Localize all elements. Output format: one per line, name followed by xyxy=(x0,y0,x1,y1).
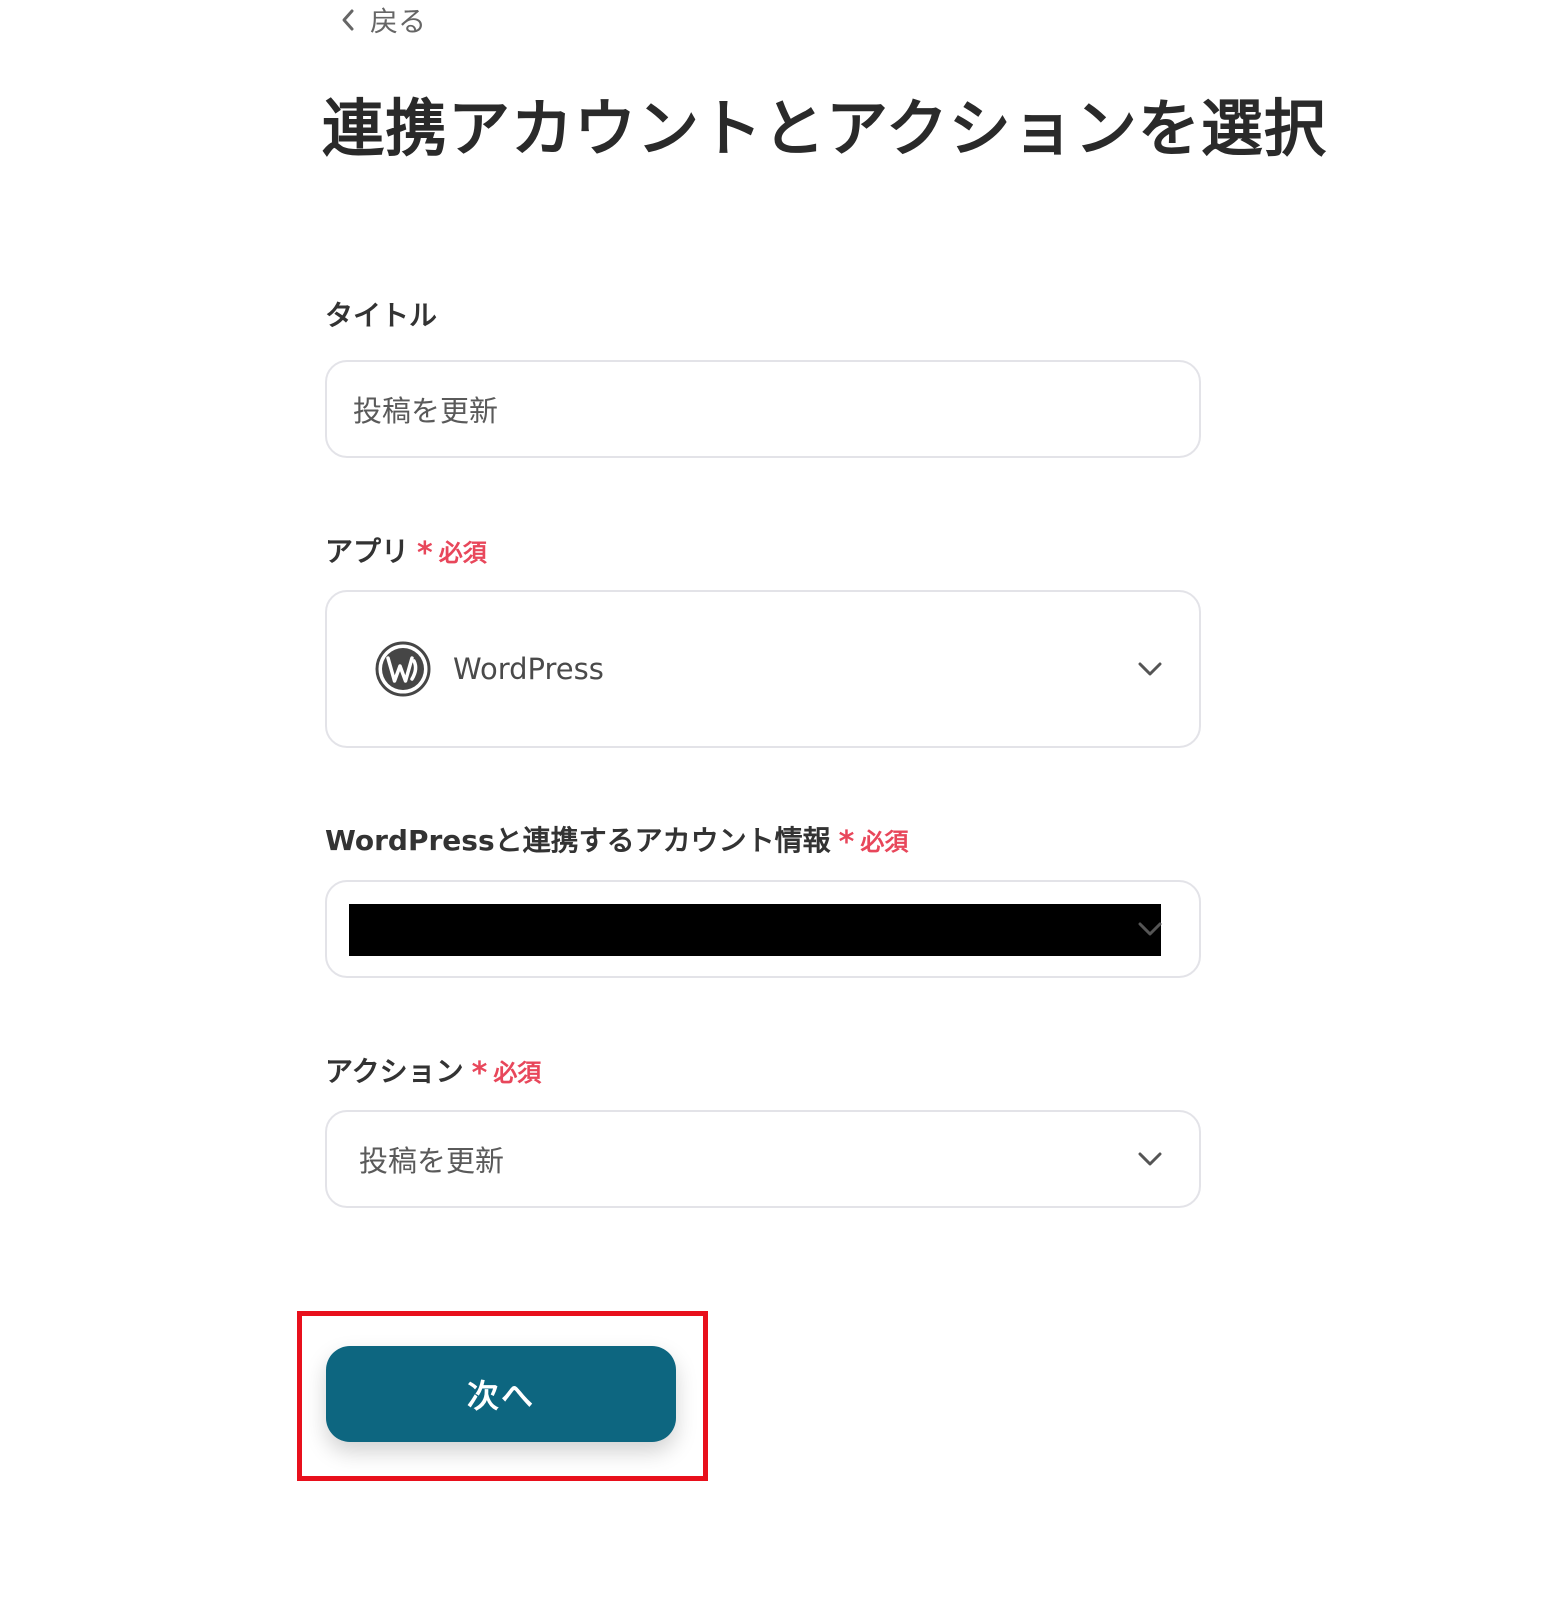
chevron-down-icon xyxy=(1137,656,1163,682)
chevron-down-icon xyxy=(1137,916,1163,942)
account-field-label: WordPressと連携するアカウント情報 * 必須 xyxy=(325,819,908,859)
action-field-label: アクション * 必須 xyxy=(325,1050,541,1090)
required-badge: * 必須 xyxy=(838,825,909,860)
required-badge: * 必須 xyxy=(417,536,487,571)
app-select[interactable]: WordPress xyxy=(325,590,1201,748)
required-asterisk-icon: * xyxy=(471,1056,488,1091)
back-link[interactable]: 戻る xyxy=(336,0,426,40)
app-field-label: アプリ * 必須 xyxy=(325,530,487,570)
title-input-value: 投稿を更新 xyxy=(353,394,499,428)
redacted-account-value xyxy=(349,904,1161,956)
required-badge: * 必須 xyxy=(471,1056,542,1091)
wordpress-logo-icon xyxy=(375,641,431,697)
next-button[interactable]: 次へ xyxy=(326,1346,676,1442)
title-input[interactable]: 投稿を更新 xyxy=(325,360,1201,458)
required-asterisk-icon: * xyxy=(838,825,855,860)
app-select-value: WordPress xyxy=(453,652,604,686)
back-label: 戻る xyxy=(370,5,427,38)
required-asterisk-icon: * xyxy=(417,536,433,571)
action-select[interactable]: 投稿を更新 xyxy=(325,1110,1201,1208)
account-select[interactable] xyxy=(325,880,1201,978)
chevron-down-icon xyxy=(1137,1146,1163,1172)
page-title: 連携アカウントとアクションを選択 xyxy=(322,92,1327,165)
chevron-left-icon xyxy=(336,8,360,32)
action-select-value: 投稿を更新 xyxy=(359,1144,505,1178)
title-field-label: タイトル xyxy=(325,299,438,332)
